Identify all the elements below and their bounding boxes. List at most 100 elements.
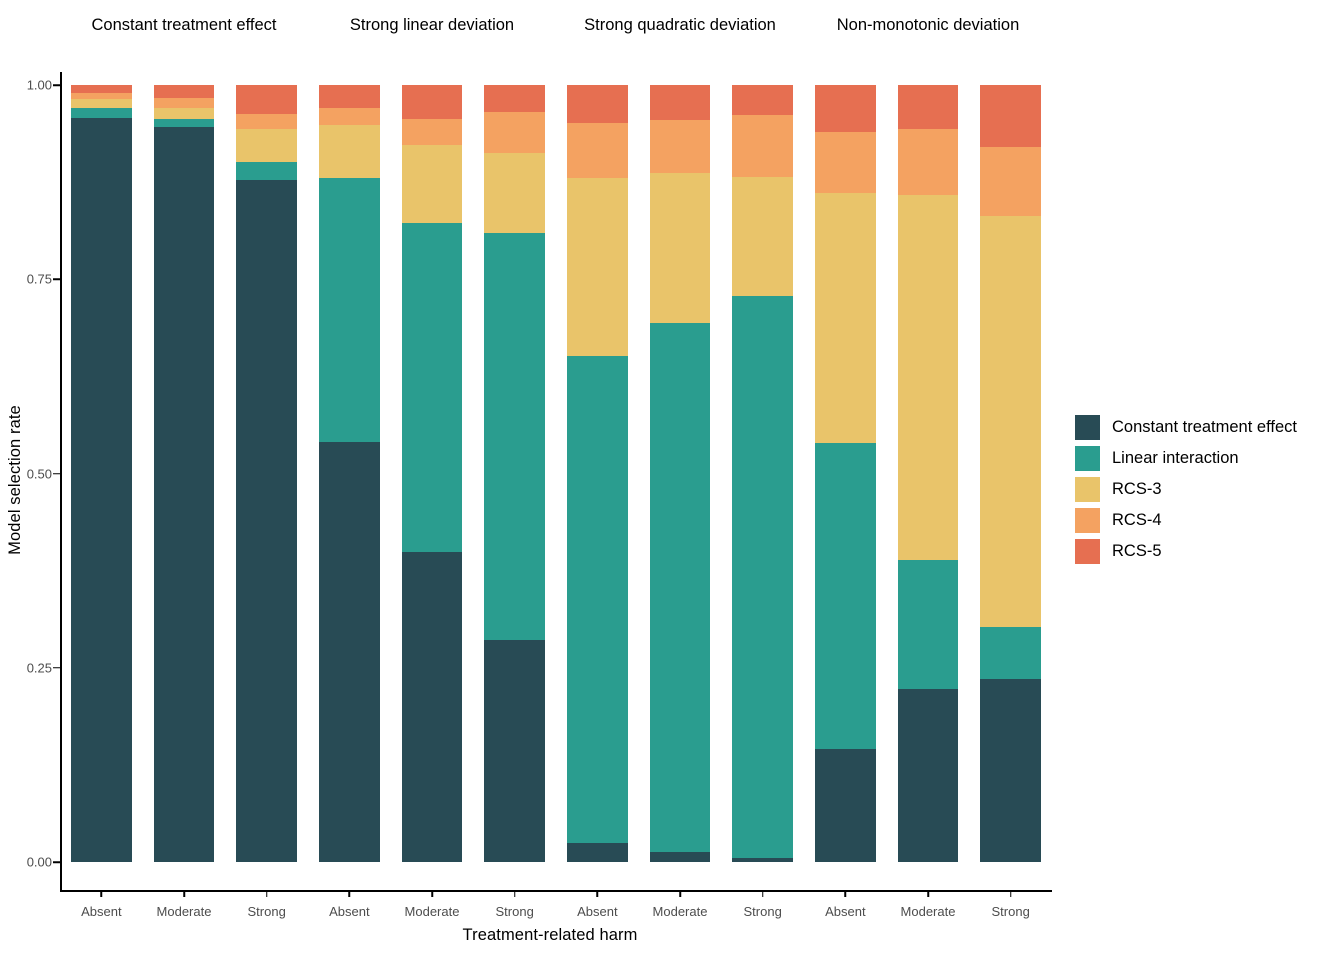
- legend-color-swatch: [1075, 477, 1100, 502]
- bar-segment: [236, 85, 298, 114]
- bar-segment: [153, 85, 215, 99]
- bar-segment: [897, 688, 959, 862]
- x-tick-label: Absent: [825, 904, 866, 919]
- bar-segment: [814, 85, 876, 132]
- stacked-bar[interactable]: [649, 85, 711, 862]
- bar-segment: [70, 99, 132, 109]
- bar-segment: [401, 119, 463, 145]
- bar-segment: [236, 113, 298, 129]
- bar-segment: [566, 85, 628, 124]
- bar-segment: [484, 112, 546, 154]
- legend-item-label: Linear interaction: [1112, 449, 1239, 467]
- stacked-bar[interactable]: [153, 85, 215, 862]
- bar-segment: [236, 179, 298, 862]
- stacked-bar[interactable]: [401, 85, 463, 862]
- stacked-bar[interactable]: [70, 85, 132, 862]
- legend-item[interactable]: Linear interaction: [1075, 443, 1297, 474]
- x-tick-label: Strong: [247, 904, 286, 919]
- legend-item-label: RCS-3: [1112, 480, 1162, 498]
- stacked-bar[interactable]: [980, 85, 1042, 862]
- facet-plot-area: [804, 72, 1052, 890]
- bar-segment: [566, 842, 628, 862]
- bar-segment: [153, 107, 215, 120]
- bar-segment: [401, 144, 463, 223]
- bar-segment: [318, 442, 380, 862]
- legend-item[interactable]: RCS-3: [1075, 474, 1297, 505]
- bar-segment: [649, 120, 711, 173]
- x-tick-label: Moderate: [652, 904, 708, 919]
- legend-item[interactable]: Constant treatment effect: [1075, 412, 1297, 443]
- y-tick-label: 0.25: [26, 660, 52, 676]
- stacked-bar[interactable]: [814, 85, 876, 862]
- y-tick-mark: [53, 861, 60, 863]
- y-tick-mark: [53, 278, 60, 280]
- bar-segment: [980, 85, 1042, 148]
- bar-segment: [566, 178, 628, 357]
- legend-color-swatch: [1075, 415, 1100, 440]
- stacked-bar[interactable]: [897, 85, 959, 862]
- stacked-bar[interactable]: [484, 85, 546, 862]
- legend-color-swatch: [1075, 508, 1100, 533]
- bar-segment: [897, 129, 959, 196]
- chart-figure: Model selection rate Treatment-related h…: [0, 0, 1344, 960]
- bar-segment: [70, 108, 132, 119]
- legend-item[interactable]: RCS-5: [1075, 536, 1297, 567]
- legend: Constant treatment effect Linear interact…: [1075, 412, 1297, 567]
- bar-segment: [484, 85, 546, 113]
- bar-segment: [401, 85, 463, 120]
- bar-segment: [153, 119, 215, 127]
- bar-segment: [318, 107, 380, 126]
- bar-segment: [814, 193, 876, 444]
- facet-plot-area: [308, 72, 556, 890]
- bar-segment: [401, 551, 463, 862]
- y-tick-mark: [53, 472, 60, 475]
- stacked-bar[interactable]: [732, 85, 794, 862]
- facet-panel-title: Strong linear deviation: [349, 16, 515, 34]
- bar-segment: [484, 232, 546, 640]
- y-tick-mark: [53, 84, 60, 86]
- facet-panel-title: Strong quadratic deviation: [584, 16, 776, 34]
- bar-segment: [566, 123, 628, 179]
- bar-segment: [732, 295, 794, 859]
- x-axis-line: [556, 890, 804, 892]
- bar-segment: [649, 322, 711, 852]
- bar-segment: [566, 356, 628, 843]
- y-tick-label: 0.00: [26, 854, 52, 870]
- stacked-bar[interactable]: [566, 85, 628, 862]
- bar-segment: [318, 178, 380, 443]
- x-tick-label: Absent: [329, 904, 370, 919]
- bar-segment: [236, 161, 298, 180]
- bar-segment: [318, 85, 380, 108]
- facet-panel-title: Non-monotonic deviation: [836, 16, 1020, 34]
- y-tick-mark: [53, 667, 60, 669]
- x-tick-label: Strong: [495, 904, 534, 919]
- bar-segment: [153, 126, 215, 862]
- bar-segment: [814, 749, 876, 862]
- bar-segment: [732, 85, 794, 115]
- facet-plot-area: [60, 72, 308, 890]
- x-tick-label: Strong: [991, 904, 1030, 919]
- bar-segment: [318, 125, 380, 179]
- facet-plot-area: [556, 72, 804, 890]
- x-axis-title: Treatment-related harm: [462, 926, 638, 944]
- bar-segment: [484, 639, 546, 862]
- stacked-bar[interactable]: [236, 85, 298, 862]
- bar-segment: [70, 118, 132, 862]
- bar-segment: [70, 85, 132, 93]
- bar-segment: [236, 128, 298, 162]
- bar-segment: [897, 195, 959, 560]
- bar-segment: [732, 114, 794, 178]
- x-tick-label: Absent: [577, 904, 618, 919]
- bar-segment: [732, 858, 794, 862]
- legend-color-swatch: [1075, 539, 1100, 564]
- x-tick-label: Strong: [743, 904, 782, 919]
- stacked-bar[interactable]: [318, 85, 380, 862]
- bar-segment: [980, 678, 1042, 862]
- bar-segment: [814, 443, 876, 750]
- y-tick-label: 0.50: [26, 466, 52, 481]
- bar-segment: [649, 85, 711, 120]
- x-tick-label: Moderate: [900, 904, 956, 919]
- bar-segment: [649, 172, 711, 323]
- legend-item[interactable]: RCS-4: [1075, 505, 1297, 536]
- legend-item-label: Constant treatment effect: [1112, 418, 1297, 436]
